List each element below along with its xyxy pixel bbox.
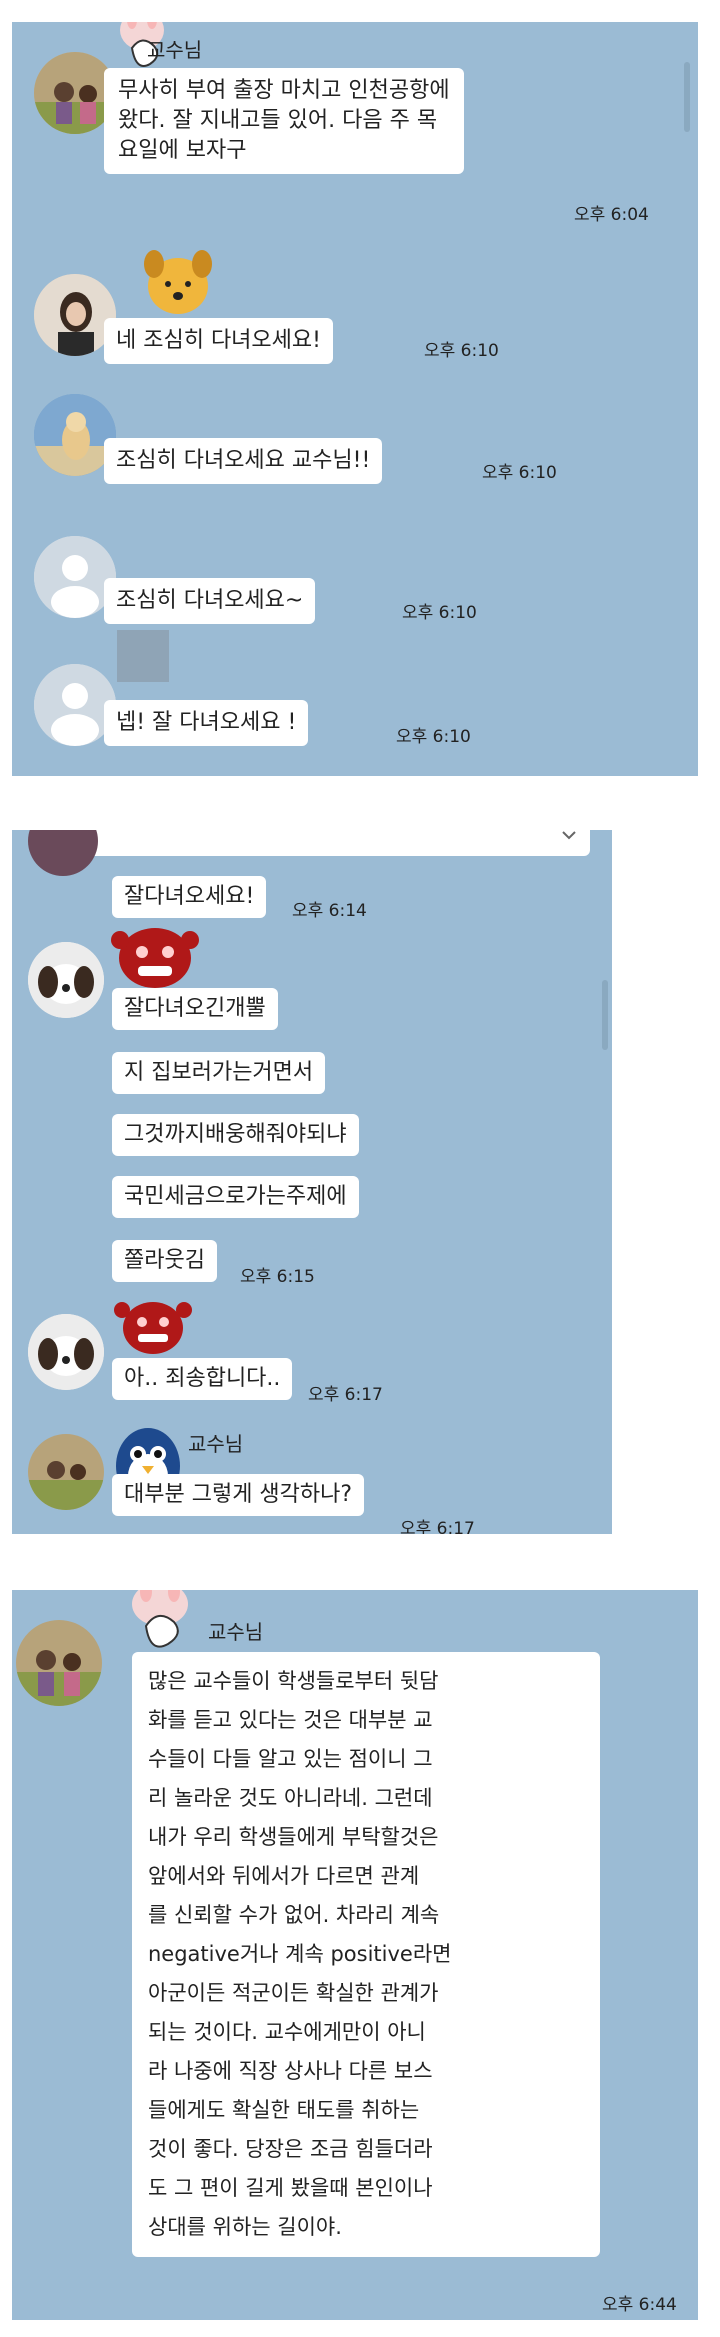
chat-panel-3: 교수님 많은 교수들이 학생들로부터 뒷담 화를 듣고 있다는 것은 대부분 교…	[12, 1590, 698, 2320]
message-bubble[interactable]: 그것까지배웅해줘야되냐	[112, 1114, 359, 1156]
avatar-professor[interactable]	[28, 1434, 104, 1510]
message-line: 내가 우리 학생들에게 부탁할것은	[148, 1825, 439, 1849]
red-monster-sticker-icon	[114, 1302, 192, 1354]
chat-panel-1: 교수님 무사히 부여 출장 마치고 인천공항에 왔다. 잘 지내고들 있어. 다…	[12, 22, 698, 776]
message-bubble[interactable]: 조심히 다녀오세요~	[104, 578, 316, 624]
message-line: 앞에서와 뒤에서가 다르면 관계	[148, 1864, 420, 1888]
message-bubble[interactable]: 넵! 잘 다녀오세요 !	[104, 700, 309, 746]
message-text: 대부분 그렇게 생각하나?	[124, 1482, 353, 1507]
message-bubble[interactable]: 국민세금으로가는주제에	[112, 1176, 359, 1218]
sender-name: 교수님	[188, 1432, 244, 1456]
timestamp: 오후 6:15	[240, 1267, 315, 1287]
message-line: 들에게도 확실한 태도를 취하는	[148, 2098, 420, 2122]
message-line: 리 놀라운 것도 아니라네. 그런데	[148, 1786, 433, 1810]
message-bubble[interactable]: 잘다녀오긴개뿔	[112, 988, 278, 1030]
avatar-student-dog[interactable]	[28, 1314, 104, 1390]
message-bubble[interactable]: 쫄라웃김	[112, 1240, 217, 1282]
message-text: 네 조심히 다녀오세요!	[116, 328, 321, 353]
notice-banner[interactable]	[42, 830, 590, 856]
message-bubble[interactable]: 무사히 부여 출장 마치고 인천공항에 왔다. 잘 지내고들 있어. 다음 주 …	[104, 68, 464, 174]
message-text: 지 집보러가는거면서	[124, 1060, 314, 1085]
timestamp: 오후 6:44	[602, 2295, 677, 2315]
avatar-student[interactable]	[28, 830, 98, 876]
scrollbar[interactable]	[602, 980, 608, 1050]
chat-panel-2: 잘다녀오세요! 오후 6:14 잘다녀오긴개뿔 지 집보러가는거면서 그것까지배…	[12, 830, 612, 1534]
timestamp: 오후 6:04	[574, 205, 649, 225]
blurred-name	[117, 630, 169, 682]
message-text: 무사히 부여 출장 마치고 인천공항에 왔다. 잘 지내고들 있어. 다음 주 …	[118, 78, 450, 163]
message-line: negative거나 계속 positive라면	[148, 1942, 452, 1966]
timestamp: 오후 6:14	[292, 901, 367, 921]
message-text: 국민세금으로가는주제에	[124, 1184, 347, 1209]
message-line: 수들이 다들 알고 있는 점이니 그	[148, 1747, 433, 1771]
message-line: 를 신뢰할 수가 없어. 차라리 계속	[148, 1903, 440, 1927]
message-bubble[interactable]: 조심히 다녀오세요 교수님!!	[104, 438, 383, 484]
avatar-student-dog[interactable]	[28, 942, 104, 1018]
scrollbar[interactable]	[684, 62, 690, 132]
message-line: 도 그 편이 길게 봤을때 본인이나	[148, 2176, 433, 2200]
message-line: 많은 교수들이 학생들로부터 뒷담	[148, 1669, 439, 1693]
message-bubble[interactable]: 지 집보러가는거면서	[112, 1052, 326, 1094]
message-text: 아.. 죄송합니다..	[124, 1366, 281, 1391]
message-text: 넵! 잘 다녀오세요 !	[116, 710, 297, 735]
timestamp: 오후 6:10	[402, 603, 477, 623]
message-text: 조심히 다녀오세요~	[116, 588, 304, 613]
message-line: 라 나중에 직장 상사나 다른 보스	[148, 2059, 433, 2083]
sender-name: 교수님	[147, 38, 203, 62]
message-bubble[interactable]: 아.. 죄송합니다..	[112, 1358, 293, 1400]
timestamp: 오후 6:10	[396, 727, 471, 747]
message-line: 것이 좋다. 당장은 조금 힘들더라	[148, 2137, 433, 2161]
message-line: 되는 것이다. 교수에게만이 아니	[148, 2020, 426, 2044]
message-bubble[interactable]: 대부분 그렇게 생각하나?	[112, 1474, 365, 1516]
message-text: 쫄라웃김	[124, 1248, 205, 1273]
message-bubble[interactable]: 잘다녀오세요!	[112, 876, 267, 918]
message-text: 잘다녀오세요!	[124, 884, 255, 909]
timestamp: 오후 6:10	[424, 341, 499, 361]
message-text: 그것까지배웅해줘야되냐	[124, 1122, 347, 1147]
message-line: 아군이든 적군이든 확실한 관계가	[148, 1981, 439, 2005]
message-text: 잘다녀오긴개뿔	[124, 996, 266, 1021]
sender-name: 교수님	[208, 1620, 264, 1644]
timestamp: 오후 6:10	[482, 463, 557, 483]
chevron-down-icon[interactable]	[560, 830, 578, 848]
message-text: 조심히 다녀오세요 교수님!!	[116, 448, 371, 473]
avatar-professor[interactable]	[16, 1620, 102, 1706]
message-line: 화를 듣고 있다는 것은 대부분 교	[148, 1708, 433, 1732]
message-bubble[interactable]: 많은 교수들이 학생들로부터 뒷담 화를 듣고 있다는 것은 대부분 교 수들이…	[132, 1652, 600, 2257]
red-monster-sticker-icon	[111, 928, 199, 988]
timestamp: 오후 6:17	[308, 1385, 383, 1405]
timestamp: 오후 6:17	[400, 1519, 475, 1534]
message-line: 상대를 위하는 길이야.	[148, 2215, 342, 2239]
message-bubble[interactable]: 네 조심히 다녀오세요!	[104, 318, 333, 364]
dog-sticker-icon	[144, 250, 212, 314]
bunny-sticker-icon	[132, 1590, 188, 1648]
